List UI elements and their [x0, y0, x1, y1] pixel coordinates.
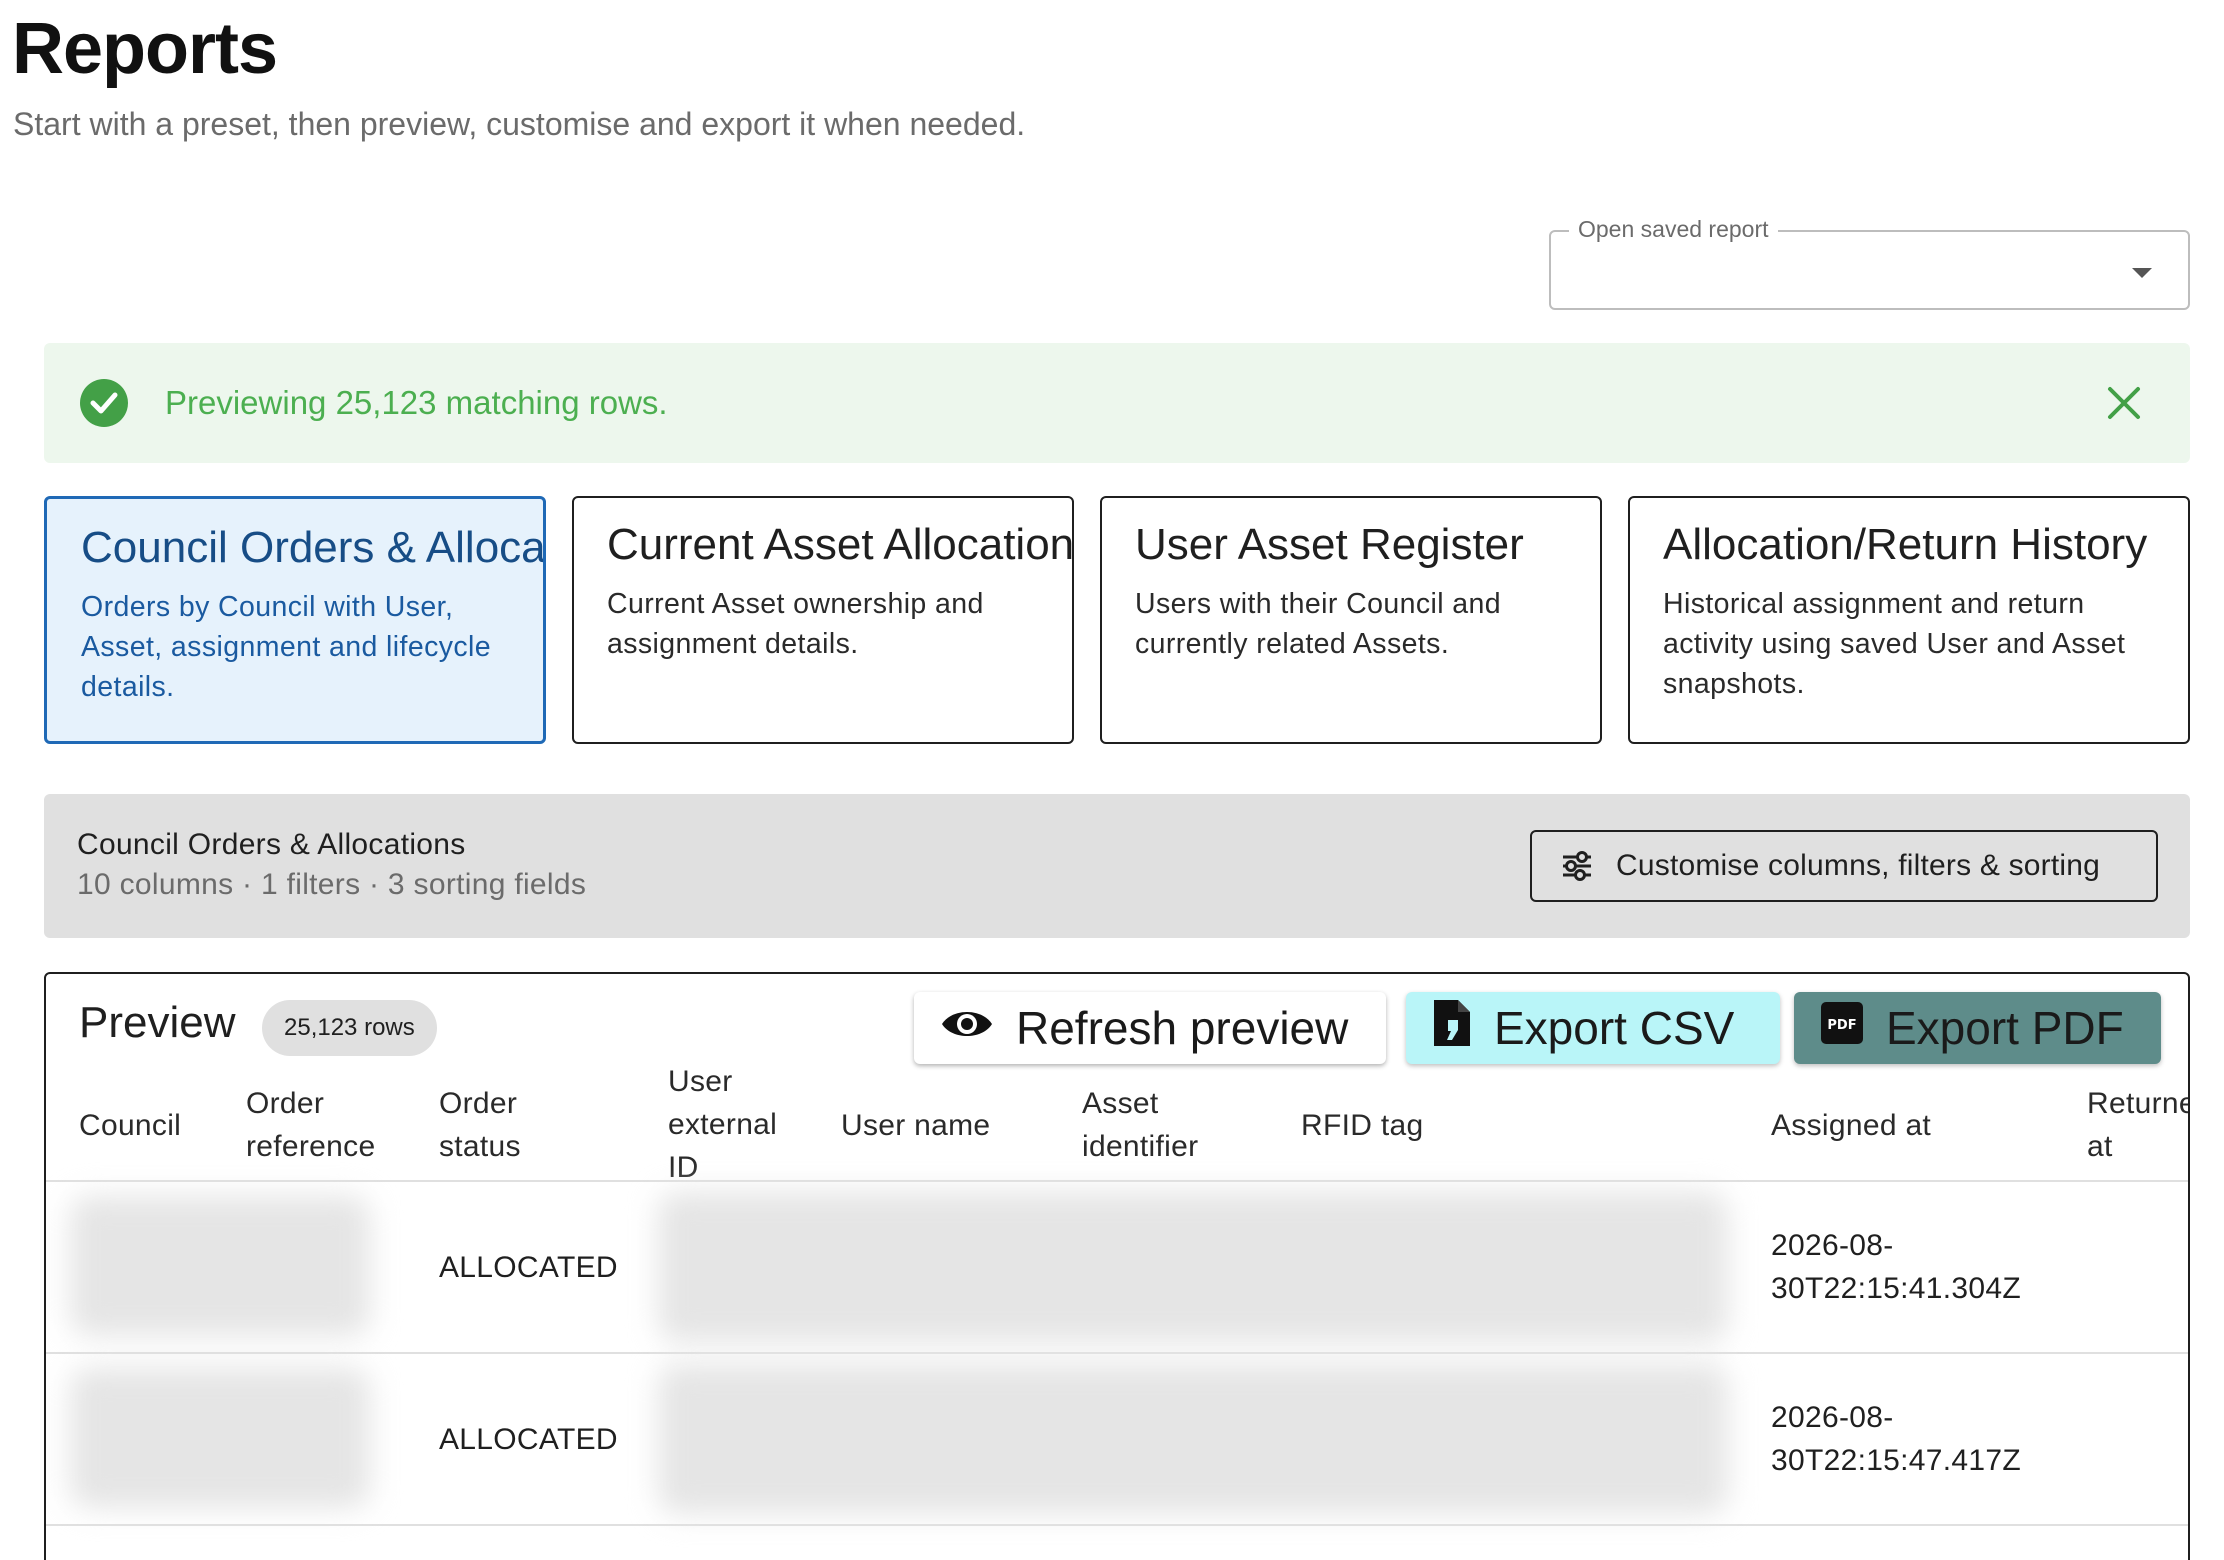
report-name: Council Orders & Allocations: [77, 828, 466, 861]
preview-title: Preview: [79, 998, 236, 1047]
open-saved-report-select[interactable]: Open saved report: [1549, 216, 2190, 310]
column-header[interactable]: Order reference: [246, 1082, 396, 1168]
table-header: Council Order reference Order status Use…: [46, 1065, 2188, 1184]
order-status-cell: ALLOCATED: [439, 1251, 618, 1284]
preset-card-user-asset-register[interactable]: User Asset Register Users with their Cou…: [1100, 496, 1602, 744]
alert-message: Previewing 25,123 matching rows.: [165, 384, 668, 421]
table-row[interactable]: ALLOCATED 2026-08-30T22:15:41.304Z: [46, 1184, 2188, 1354]
preset-description: Orders by Council with User, Asset, assi…: [81, 591, 492, 703]
column-header[interactable]: RFID tag: [1301, 1104, 1423, 1147]
column-header[interactable]: Assigned at: [1771, 1104, 1931, 1147]
column-header[interactable]: User external ID: [668, 1060, 786, 1189]
report-presets: Council Orders & Allocations Orders by C…: [44, 496, 2190, 744]
column-header[interactable]: Council: [79, 1104, 181, 1147]
success-alert: Previewing 25,123 matching rows.: [44, 343, 2190, 463]
export-csv-button[interactable]: Export CSV: [1406, 992, 1780, 1064]
svg-text:PDF: PDF: [1827, 1018, 1856, 1033]
refresh-preview-button[interactable]: Refresh preview: [914, 992, 1386, 1064]
export-csv-label: Export CSV: [1494, 1002, 1735, 1054]
redacted-cell: [658, 1192, 1728, 1342]
preset-title: Current Asset Allocations: [607, 520, 1074, 569]
export-pdf-label: Export PDF: [1886, 1002, 2124, 1054]
customise-button-label: Customise columns, filters & sorting: [1616, 849, 2101, 882]
redacted-cell: [70, 1368, 370, 1508]
refresh-preview-label: Refresh preview: [1016, 1002, 1349, 1054]
preset-title: Council Orders & Allocations: [81, 523, 546, 572]
preset-title: User Asset Register: [1135, 520, 1524, 569]
table-row[interactable]: ALLOCATED 2026-08-30T22:15:47.417Z: [46, 1356, 2188, 1526]
redacted-cell: [70, 1196, 370, 1336]
preset-description: Users with their Council and currently r…: [1135, 588, 1502, 660]
open-saved-report-label: Open saved report: [1569, 216, 1778, 243]
tune-icon: [1560, 849, 1594, 883]
column-header[interactable]: Order status: [439, 1082, 549, 1168]
preset-description: Current Asset ownership and assignment d…: [607, 588, 984, 660]
order-status-cell: ALLOCATED: [439, 1423, 618, 1456]
assigned-at-cell: 2026-08-30T22:15:41.304Z: [1771, 1229, 2021, 1305]
customise-button[interactable]: Customise columns, filters & sorting: [1530, 830, 2158, 902]
eye-icon: [940, 1001, 994, 1055]
close-icon[interactable]: [2106, 385, 2142, 421]
preset-card-current-asset-allocations[interactable]: Current Asset Allocations Current Asset …: [572, 496, 1074, 744]
preset-card-allocation-return-history[interactable]: Allocation/Return History Historical ass…: [1628, 496, 2190, 744]
export-pdf-button[interactable]: PDF Export PDF: [1794, 992, 2161, 1064]
report-config-bar: Council Orders & Allocations 10 columns …: [44, 794, 2190, 938]
preset-description: Historical assignment and return activit…: [1663, 588, 2126, 700]
preset-card-council-orders[interactable]: Council Orders & Allocations Orders by C…: [44, 496, 546, 744]
column-header[interactable]: Asset identifier: [1082, 1082, 1212, 1168]
column-header[interactable]: Returned at: [2087, 1082, 2188, 1168]
column-header[interactable]: User name: [841, 1104, 990, 1147]
chevron-down-icon[interactable]: [2132, 268, 2152, 278]
page-title: Reports: [12, 9, 278, 89]
page-subtitle: Start with a preset, then preview, custo…: [13, 106, 1026, 142]
preview-panel: Preview 25,123 rows Refresh preview Expo…: [44, 972, 2190, 1560]
redacted-cell: [658, 1364, 1728, 1514]
pdf-icon: PDF: [1820, 1001, 1864, 1056]
preset-title: Allocation/Return History: [1663, 520, 2148, 569]
assigned-at-cell: 2026-08-30T22:15:47.417Z: [1771, 1401, 2021, 1477]
row-count-badge: 25,123 rows: [262, 1000, 437, 1056]
csv-file-icon: [1432, 998, 1472, 1059]
check-circle-icon: [80, 379, 128, 427]
report-summary: 10 columns · 1 filters · 3 sorting field…: [77, 868, 587, 901]
